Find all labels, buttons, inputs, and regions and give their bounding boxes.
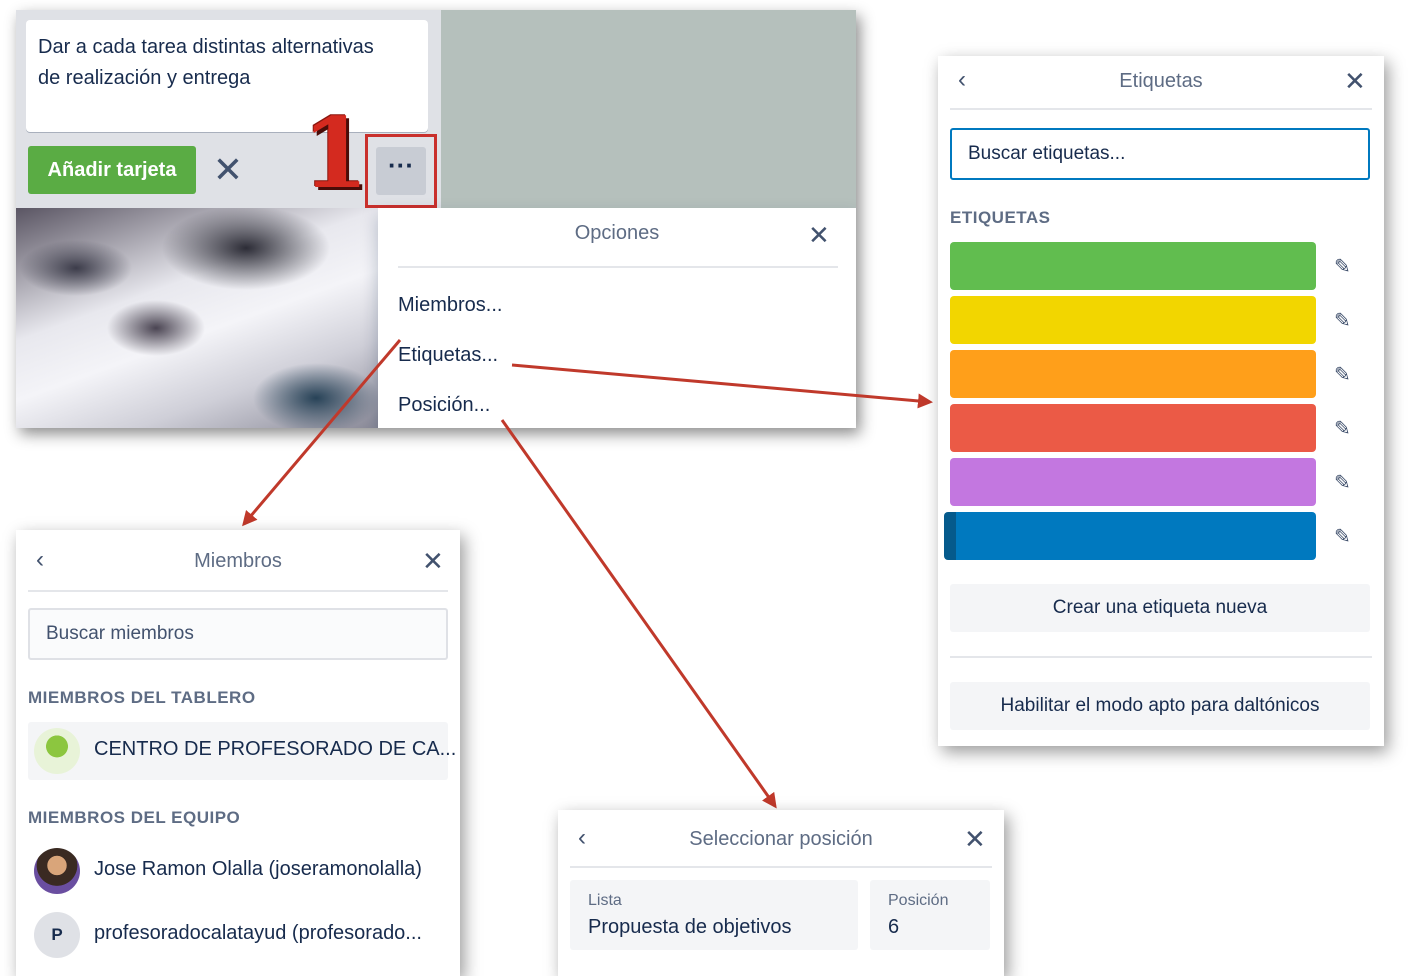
label-purple[interactable] bbox=[950, 458, 1316, 506]
label-green[interactable] bbox=[950, 242, 1316, 290]
labels-title: Etiquetas bbox=[1119, 70, 1203, 92]
pencil-icon[interactable]: ✎ bbox=[1334, 470, 1351, 495]
pencil-icon[interactable]: ✎ bbox=[1334, 524, 1351, 549]
search-members-input[interactable]: Buscar miembros bbox=[28, 608, 448, 660]
search-labels-input[interactable]: Buscar etiquetas... bbox=[950, 128, 1370, 180]
label-red[interactable] bbox=[950, 404, 1316, 452]
divider bbox=[950, 108, 1372, 110]
member-row[interactable]: P profesoradocalatayud (profesorado... bbox=[28, 906, 448, 964]
arrow-to-labels bbox=[511, 363, 933, 409]
close-icon[interactable]: ✕ bbox=[1344, 66, 1366, 97]
arrow-to-members bbox=[242, 339, 402, 527]
pencil-icon[interactable]: ✎ bbox=[1334, 308, 1351, 333]
colorblind-mode-button[interactable]: Habilitar el modo apto para daltónicos bbox=[950, 682, 1370, 730]
labels-section-heading: ETIQUETAS bbox=[950, 208, 1051, 227]
member-row[interactable]: CENTRO DE PROFESORADO DE CA... bbox=[28, 722, 456, 780]
avatar-initial: P bbox=[34, 912, 80, 958]
position-select[interactable]: Posición 6 bbox=[870, 880, 990, 950]
divider bbox=[570, 866, 992, 868]
pencil-icon[interactable]: ✎ bbox=[1334, 416, 1351, 441]
pencil-icon[interactable]: ✎ bbox=[1334, 254, 1351, 279]
position-popover: ‹ Seleccionar posición ✕ Lista Propuesta… bbox=[558, 810, 1004, 976]
member-name: Jose Ramon Olalla (joseramonolalla) bbox=[94, 858, 422, 880]
label-yellow[interactable] bbox=[950, 296, 1316, 344]
members-title: Miembros bbox=[194, 550, 282, 572]
position-value: 6 bbox=[888, 916, 900, 938]
divider bbox=[950, 656, 1372, 658]
user-avatar bbox=[34, 848, 80, 894]
position-title: Seleccionar posición bbox=[689, 828, 873, 850]
arrow-to-position bbox=[500, 419, 777, 809]
close-icon[interactable]: ✕ bbox=[422, 546, 444, 577]
member-row[interactable]: Jose Ramon Olalla (joseramonolalla) bbox=[28, 842, 448, 900]
labels-popover: ‹ Etiquetas ✕ Buscar etiquetas... ETIQUE… bbox=[938, 56, 1384, 746]
label-blue[interactable] bbox=[944, 512, 1316, 560]
team-members-heading: MIEMBROS DEL EQUIPO bbox=[28, 808, 241, 827]
close-icon[interactable]: ✕ bbox=[964, 824, 986, 855]
member-name: profesoradocalatayud (profesorado... bbox=[94, 922, 422, 944]
label-orange[interactable] bbox=[950, 350, 1316, 398]
org-logo-icon bbox=[34, 728, 80, 774]
list-value: Propuesta de objetivos bbox=[588, 916, 792, 938]
divider bbox=[28, 590, 448, 592]
create-label-button[interactable]: Crear una etiqueta nueva bbox=[950, 584, 1370, 632]
members-popover: ‹ Miembros ✕ Buscar miembros MIEMBROS DE… bbox=[16, 530, 460, 976]
position-label: Posición bbox=[888, 892, 949, 909]
pencil-icon[interactable]: ✎ bbox=[1334, 362, 1351, 387]
list-label: Lista bbox=[588, 892, 622, 909]
member-name: CENTRO DE PROFESORADO DE CA... bbox=[94, 738, 457, 760]
list-select[interactable]: Lista Propuesta de objetivos bbox=[570, 880, 858, 950]
board-members-heading: MIEMBROS DEL TABLERO bbox=[28, 688, 256, 707]
